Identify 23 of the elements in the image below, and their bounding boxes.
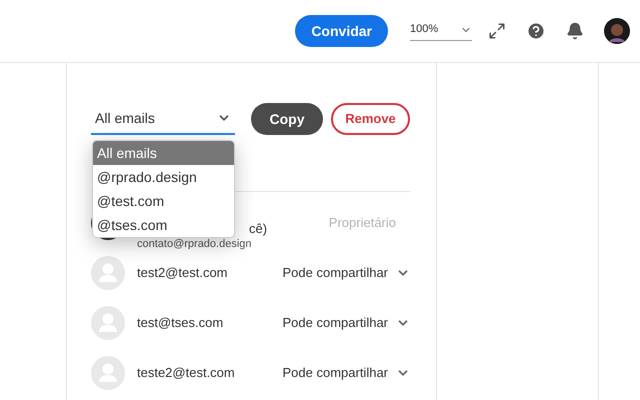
bell-icon[interactable]: [566, 22, 584, 40]
dropdown-option[interactable]: @tses.com: [93, 213, 234, 237]
member-email: test2@test.com: [137, 264, 228, 282]
permission-select[interactable]: Pode compartilhar: [282, 313, 410, 333]
email-filter-select[interactable]: All emails: [91, 103, 235, 135]
fullscreen-icon[interactable]: [488, 22, 506, 40]
member-email: test@tses.com: [137, 314, 224, 332]
permission-select[interactable]: Pode compartilhar: [282, 363, 410, 383]
owner-role: Proprietário: [328, 214, 396, 232]
dropdown-option[interactable]: @test.com: [93, 189, 234, 213]
dropdown-option[interactable]: All emails: [93, 141, 234, 165]
owner-email: contato@rprado.design: [137, 237, 253, 251]
member-email: teste2@test.com: [137, 364, 235, 382]
help-icon[interactable]: [526, 21, 546, 41]
invite-button[interactable]: Convidar: [295, 15, 388, 47]
permission-select[interactable]: Pode compartilhar: [282, 263, 410, 283]
user-avatar[interactable]: [604, 18, 630, 44]
avatar-icon: [91, 256, 125, 290]
zoom-select[interactable]: 100%: [410, 21, 472, 41]
copy-button[interactable]: Copy: [251, 103, 323, 135]
dropdown-option[interactable]: @rprado.design: [93, 165, 234, 189]
remove-button[interactable]: Remove: [331, 103, 410, 135]
owner-name: cê): [249, 221, 268, 237]
